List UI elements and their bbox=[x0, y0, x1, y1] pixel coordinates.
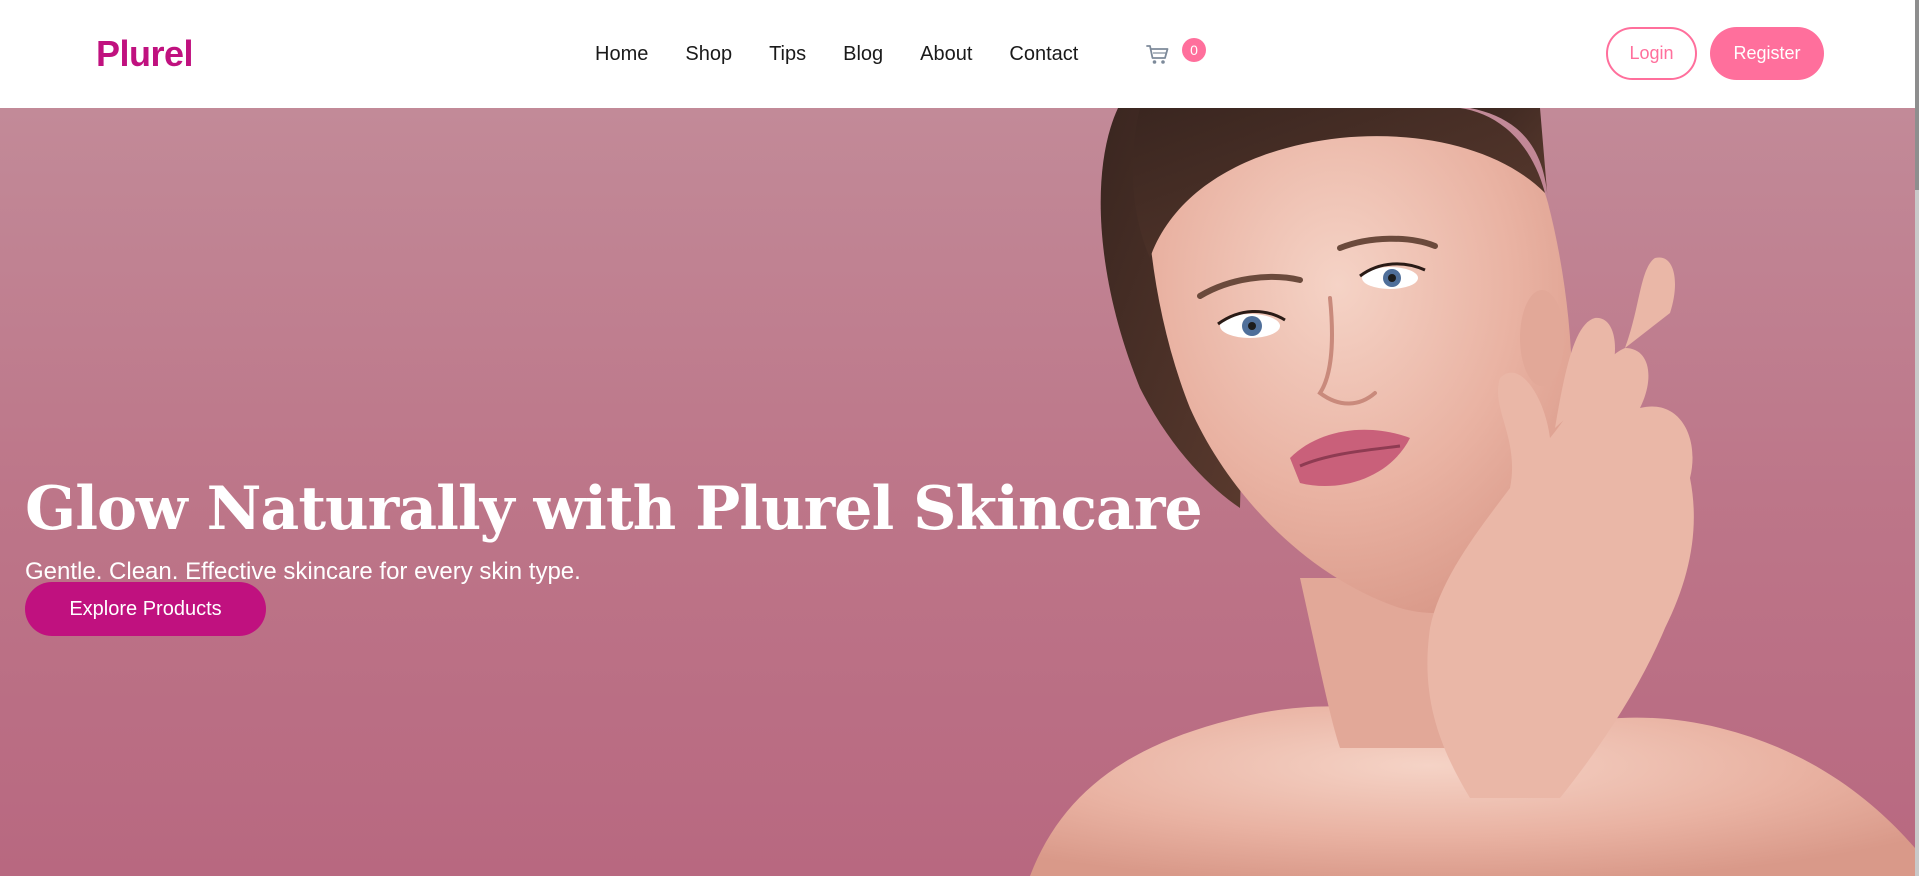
cart-count-badge: 0 bbox=[1182, 38, 1206, 62]
explore-products-button[interactable]: Explore Products bbox=[25, 582, 266, 636]
shopping-cart-icon bbox=[1146, 45, 1169, 64]
nav-link-shop[interactable]: Shop bbox=[685, 40, 732, 68]
brand-logo[interactable]: Plurel bbox=[96, 32, 194, 76]
nav-link-contact[interactable]: Contact bbox=[1009, 40, 1078, 68]
hero-section: Glow Naturally with Plurel Skincare Gent… bbox=[0, 108, 1915, 876]
scrollbar-thumb[interactable] bbox=[1915, 0, 1919, 190]
nav-link-about[interactable]: About bbox=[920, 40, 972, 68]
nav-link-tips[interactable]: Tips bbox=[769, 40, 806, 68]
login-button[interactable]: Login bbox=[1606, 27, 1697, 80]
register-button[interactable]: Register bbox=[1710, 27, 1824, 80]
nav-link-home[interactable]: Home bbox=[595, 40, 648, 68]
nav-link-blog[interactable]: Blog bbox=[843, 40, 883, 68]
page-scrollbar[interactable] bbox=[1915, 0, 1919, 876]
navbar: Plurel Home Shop Tips Blog About Contact… bbox=[0, 0, 1919, 108]
main-nav: Home Shop Tips Blog About Contact bbox=[595, 40, 1115, 68]
hero-title: Glow Naturally with Plurel Skincare bbox=[25, 474, 1203, 545]
cart-button[interactable]: 0 bbox=[1144, 38, 1208, 72]
